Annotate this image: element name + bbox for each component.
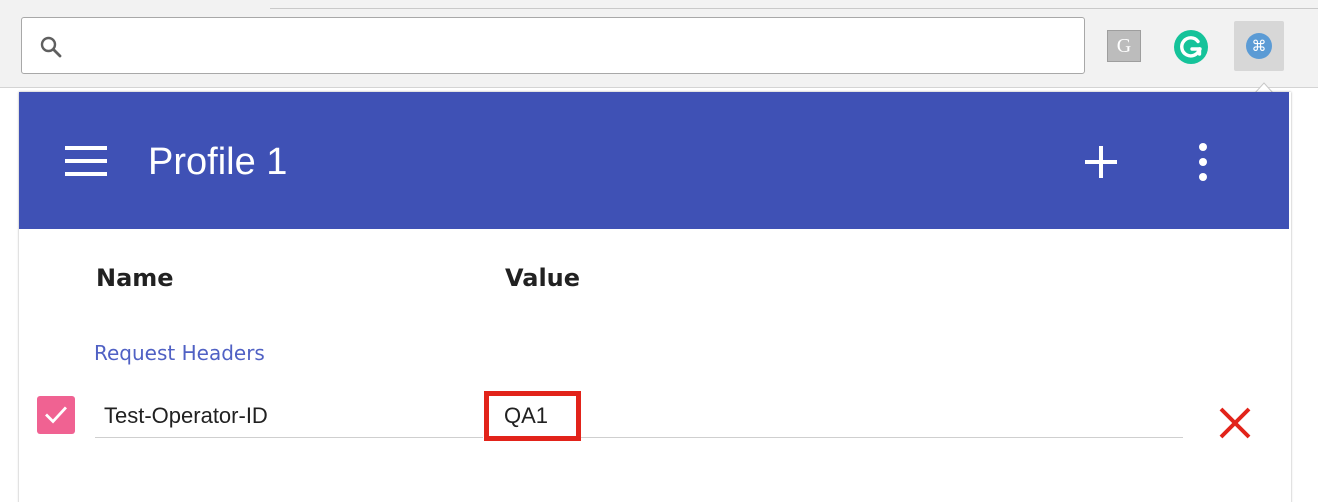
profile-title: Profile 1 [148,141,288,183]
header-value-input[interactable] [502,394,1176,438]
header-value-field [491,394,1183,438]
grammarly-g-icon [1180,36,1202,58]
row-enabled-checkbox[interactable] [37,396,75,434]
column-header-value: Value [505,264,581,292]
grey-g-extension-icon[interactable]: G [1107,30,1141,62]
hamburger-menu-icon[interactable] [65,143,107,179]
more-vertical-icon[interactable] [1187,142,1219,182]
checkmark-icon [45,406,67,424]
plus-icon[interactable] [1083,144,1119,180]
toolbar-divider [270,8,1318,9]
modheader-icon: ⌘ [1246,33,1272,59]
column-header-name: Name [96,264,174,292]
omnibox[interactable] [21,17,1085,75]
header-name-input[interactable] [102,394,476,438]
section-label-request-headers: Request Headers [94,341,265,365]
toolbar-bottom-border [0,87,1318,88]
grammarly-icon[interactable] [1174,30,1208,64]
request-header-row [19,386,1289,450]
extension-popup: Profile 1 Name Value Request Headers [19,92,1291,502]
close-x-icon[interactable] [1217,405,1253,441]
app-bar: Profile 1 [19,92,1289,229]
search-icon [40,36,62,58]
modheader-extension-button[interactable]: ⌘ [1234,21,1284,71]
screen: G ⌘ Profile 1 Name Value Request Headers… [0,0,1318,502]
header-name-field [95,394,483,438]
omnibox-input[interactable] [78,18,1072,75]
browser-toolbar: G ⌘ [0,0,1318,88]
